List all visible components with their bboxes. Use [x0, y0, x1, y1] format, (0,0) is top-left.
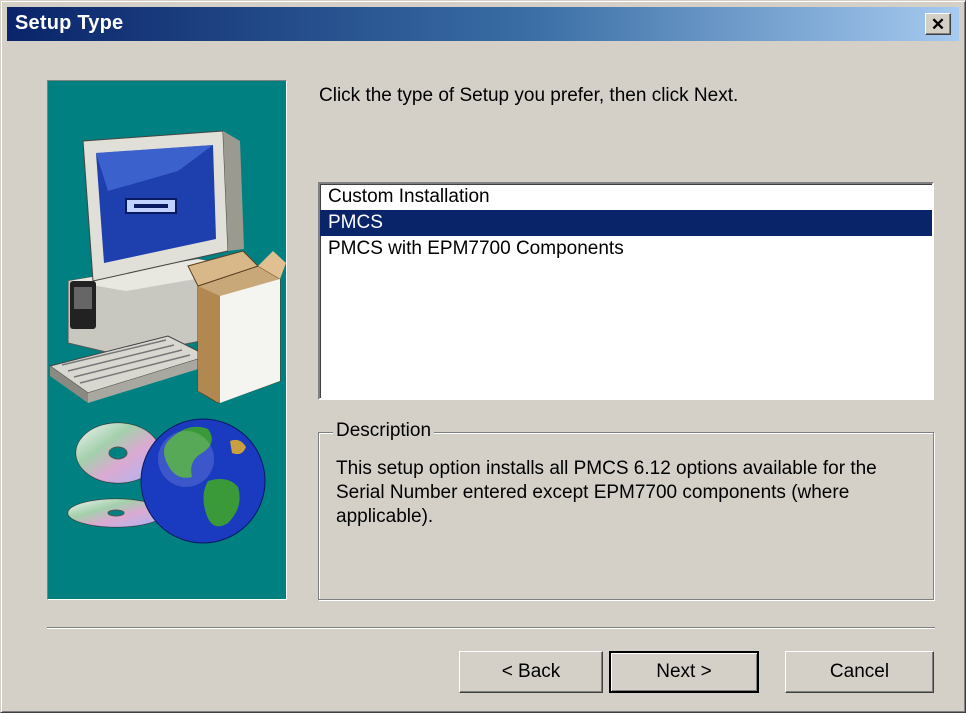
- setup-illustration: [47, 80, 287, 600]
- title-bar[interactable]: Setup Type ✕: [7, 7, 959, 41]
- setup-type-dialog: Setup Type ✕ Click the type of Setup you…: [0, 0, 966, 713]
- list-item-custom-installation[interactable]: Custom Installation: [320, 184, 932, 210]
- cancel-button[interactable]: Cancel: [785, 651, 934, 693]
- back-button[interactable]: < Back: [459, 651, 603, 693]
- button-separator: [47, 627, 935, 629]
- description-legend: Description: [333, 420, 435, 442]
- globe-icon: [140, 418, 266, 544]
- box-icon: [187, 250, 286, 404]
- window-title: Setup Type: [15, 12, 124, 34]
- description-group: Description This setup option installs a…: [318, 420, 934, 600]
- list-item-pmcs[interactable]: PMCS: [320, 210, 932, 236]
- list-item-pmcs-epm7700[interactable]: PMCS with EPM7700 Components: [320, 236, 932, 262]
- close-button[interactable]: ✕: [925, 13, 951, 35]
- next-button[interactable]: Next >: [609, 651, 759, 693]
- close-icon: ✕: [930, 14, 946, 34]
- setup-type-list[interactable]: Custom Installation PMCS PMCS with EPM77…: [318, 182, 934, 400]
- instruction-text: Click the type of Setup you prefer, then…: [319, 85, 739, 106]
- description-text: This setup option installs all PMCS 6.12…: [336, 458, 877, 527]
